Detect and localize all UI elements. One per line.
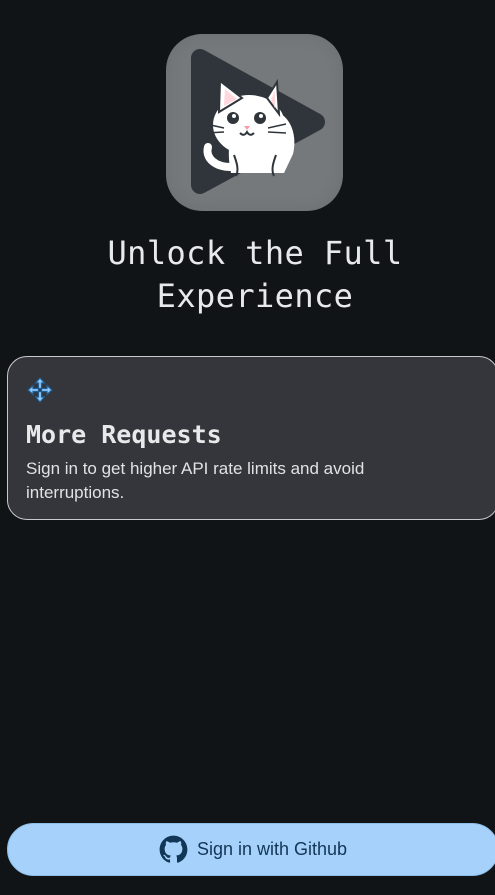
move-arrows-icon bbox=[27, 377, 53, 403]
app-logo bbox=[166, 34, 343, 211]
sign-in-button-label: Sign in with Github bbox=[196, 839, 348, 859]
page-title: Unlock the Full Experience bbox=[60, 232, 450, 318]
feature-card: More Requests Sign in to get higher API … bbox=[7, 356, 495, 520]
page-title-line-2: Experience bbox=[156, 277, 354, 315]
github-icon bbox=[159, 835, 188, 863]
page-title-line-1: Unlock the Full bbox=[107, 234, 403, 272]
feature-title: More Requests bbox=[26, 420, 222, 449]
sign-in-with-github-button[interactable]: Sign in with Github bbox=[7, 823, 495, 876]
sign-in-screen: Unlock the Full Experience More Requests… bbox=[0, 0, 495, 895]
feature-description: Sign in to get higher API rate limits an… bbox=[26, 459, 365, 502]
cat-play-logo-icon bbox=[191, 49, 325, 194]
